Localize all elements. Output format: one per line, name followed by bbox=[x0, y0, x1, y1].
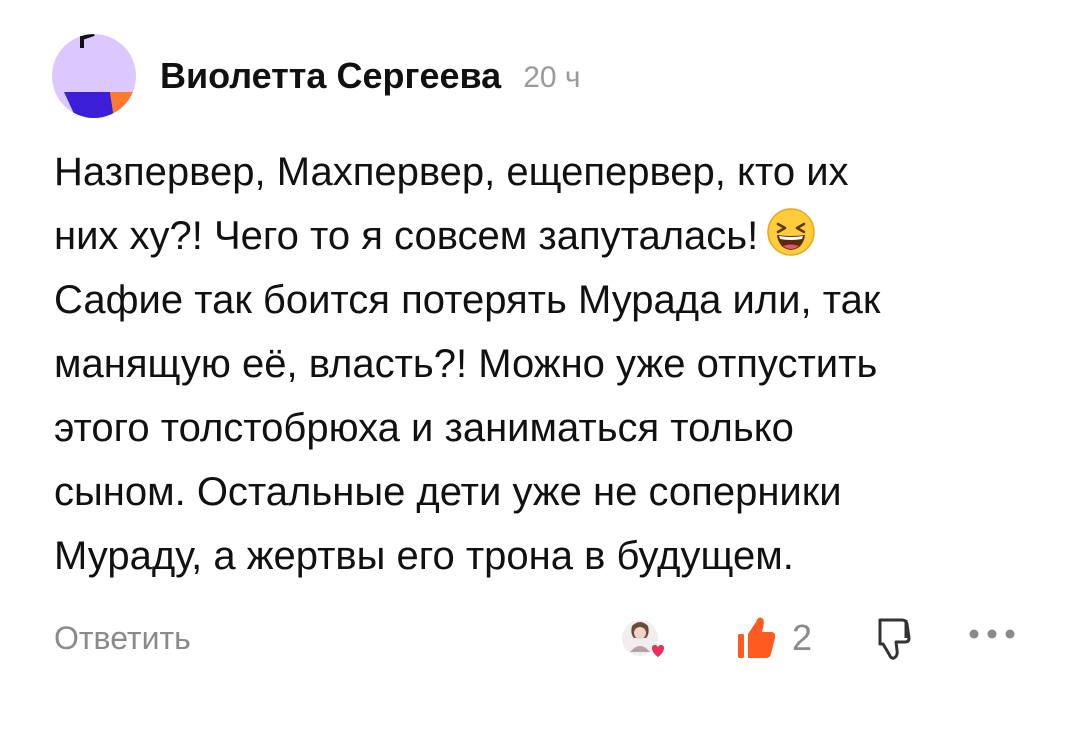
avatar-graphic bbox=[52, 34, 136, 118]
comment-header: Виолетта Сергеева 20 ч bbox=[52, 32, 581, 120]
comment-text-line-content: них ху?! Чего то я совсем запуталась! bbox=[54, 214, 759, 258]
like-button[interactable]: 2 bbox=[734, 614, 812, 662]
author-avatar[interactable] bbox=[52, 34, 136, 118]
laughing-face-icon bbox=[766, 207, 816, 257]
comment-text-line: этого толстобрюха и заниматься только bbox=[54, 406, 794, 450]
thumbs-up-icon bbox=[738, 617, 776, 658]
like-count: 2 bbox=[792, 617, 813, 658]
reactor-avatar[interactable] bbox=[618, 616, 670, 668]
comment-text: Назпервер, Махпервер, ещепервер, кто их … bbox=[54, 140, 1034, 588]
dislike-button[interactable] bbox=[872, 616, 912, 667]
more-dots-icon bbox=[969, 629, 1015, 639]
thumbs-down-icon bbox=[878, 618, 911, 660]
reactor-avatar-icon bbox=[622, 620, 664, 657]
comment-text-line: Мураду, а жертвы его трона в будущем. bbox=[54, 534, 794, 578]
reply-button[interactable]: Ответить bbox=[54, 620, 191, 657]
comment-timestamp: 20 ч bbox=[523, 61, 581, 94]
comment-text-line: Сафие так боится потерять Мурада или, та… bbox=[54, 278, 881, 322]
comment-text-line: сыном. Остальные дети уже не соперники bbox=[54, 470, 842, 514]
author-name[interactable]: Виолетта Сергеева bbox=[160, 55, 501, 97]
comment-actions: Ответить 2 bbox=[54, 612, 1024, 672]
comment-text-line: манящую её, власть?! Можно уже отпустить bbox=[54, 342, 878, 386]
comment-text-line: них ху?! Чего то я совсем запуталась! bbox=[54, 204, 1034, 268]
comment-card: Виолетта Сергеева 20 ч Назпервер, Махпер… bbox=[0, 0, 1080, 737]
comment-text-line: Назпервер, Махпервер, ещепервер, кто их bbox=[54, 150, 849, 194]
more-options-button[interactable] bbox=[964, 624, 1020, 649]
